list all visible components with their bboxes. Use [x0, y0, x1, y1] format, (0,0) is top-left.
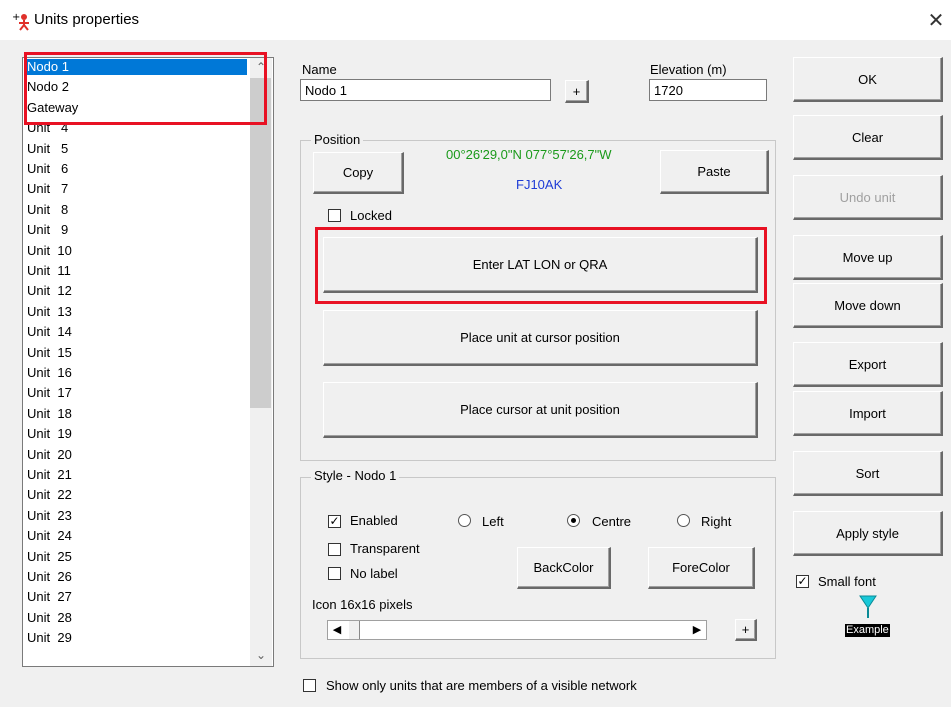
unit-list-item[interactable]: Unit 17 — [25, 385, 247, 401]
style-group-title: Style - Nodo 1 — [311, 468, 400, 483]
unit-list-item[interactable]: Unit 25 — [25, 549, 247, 565]
icon-size-label: Icon 16x16 pixels — [312, 597, 413, 612]
unit-list-item[interactable]: Unit 23 — [25, 508, 247, 524]
undo-unit-button[interactable]: Undo unit — [793, 175, 943, 220]
unit-list-item[interactable]: Unit 12 — [25, 283, 247, 299]
enabled-checkbox[interactable]: ✓ — [328, 515, 341, 528]
unit-list-item[interactable]: Unit 18 — [25, 406, 247, 422]
unit-list-item[interactable]: Unit 14 — [25, 324, 247, 340]
unit-list-item[interactable]: Unit 13 — [25, 304, 247, 320]
ok-button[interactable]: OK — [793, 57, 943, 102]
small-font-label: Small font — [818, 574, 876, 589]
elevation-label: Elevation (m) — [650, 62, 727, 77]
right-radio[interactable] — [677, 514, 690, 527]
unit-list-item[interactable]: Unit 22 — [25, 487, 247, 503]
unit-list-item[interactable]: Unit 27 — [25, 589, 247, 605]
unit-list-item[interactable]: Unit 8 — [25, 202, 247, 218]
forecolor-button[interactable]: ForeColor — [648, 547, 755, 589]
coordinates-text: 00°26'29,0"N 077°57'26,7"W — [446, 147, 612, 162]
backcolor-button[interactable]: BackColor — [517, 547, 611, 589]
right-label: Right — [701, 514, 732, 529]
scroll-right-icon[interactable]: ▶ — [688, 621, 706, 639]
scroll-left-icon[interactable]: ◀ — [328, 621, 346, 639]
unit-list-item[interactable]: Unit 10 — [25, 243, 247, 259]
unit-list-item[interactable]: Unit 26 — [25, 569, 247, 585]
left-label: Left — [482, 514, 504, 529]
title-bar — [0, 0, 951, 40]
show-only-checkbox[interactable] — [303, 679, 316, 692]
unit-list-item[interactable]: Unit 11 — [25, 263, 247, 279]
window-title: Units properties — [34, 11, 140, 28]
transparent-checkbox[interactable] — [328, 543, 341, 556]
transparent-label: Transparent — [350, 541, 420, 556]
left-radio[interactable] — [458, 514, 471, 527]
unit-list-item[interactable]: Unit 5 — [25, 141, 247, 157]
centre-label: Centre — [592, 514, 632, 529]
move-down-button[interactable]: Move down — [793, 283, 943, 328]
unit-list-item[interactable]: Unit 7 — [25, 181, 247, 197]
close-icon[interactable]: ✕ — [926, 8, 946, 33]
slider-thumb[interactable] — [348, 621, 360, 639]
copy-button[interactable]: Copy — [313, 152, 404, 194]
name-label: Name — [302, 62, 337, 77]
unit-list-item[interactable]: Unit 24 — [25, 528, 247, 544]
icon-size-slider[interactable] — [327, 620, 707, 640]
elevation-input[interactable] — [649, 79, 767, 101]
name-input[interactable] — [300, 79, 551, 101]
apply-style-button[interactable]: Apply style — [793, 511, 943, 556]
unit-list-item[interactable]: Unit 19 — [25, 426, 247, 442]
place-unit-button[interactable]: Place unit at cursor position — [323, 310, 758, 366]
position-group-title: Position — [311, 132, 364, 147]
centre-radio[interactable] — [567, 514, 580, 527]
unit-list-item[interactable]: Unit 15 — [25, 345, 247, 361]
highlight-box-enter — [315, 227, 767, 304]
scroll-down-icon[interactable]: ⌄ — [250, 646, 272, 664]
move-up-button[interactable]: Move up — [793, 235, 943, 280]
show-only-label: Show only units that are members of a vi… — [326, 678, 637, 693]
unit-list-item[interactable]: Unit 21 — [25, 467, 247, 483]
enabled-label: Enabled — [350, 513, 398, 528]
export-button[interactable]: Export — [793, 342, 943, 387]
name-plus-button[interactable]: + — [565, 80, 589, 103]
no-label-label: No label — [350, 566, 398, 581]
list-scroll-thumb[interactable] — [250, 78, 271, 408]
unit-list-item[interactable]: Unit 20 — [25, 447, 247, 463]
icon-plus-button[interactable]: + — [735, 619, 757, 641]
unit-list-item[interactable]: Unit 6 — [25, 161, 247, 177]
unit-marker-icon — [858, 594, 878, 623]
locked-checkbox[interactable] — [328, 209, 341, 222]
units-app-icon: + — [12, 11, 32, 31]
paste-button[interactable]: Paste — [660, 150, 769, 194]
locator-text: FJ10AK — [516, 177, 563, 192]
place-cursor-button[interactable]: Place cursor at unit position — [323, 382, 758, 438]
clear-button[interactable]: Clear — [793, 115, 943, 160]
unit-list-item[interactable]: Unit 28 — [25, 610, 247, 626]
unit-list-item[interactable]: Unit 29 — [25, 630, 247, 646]
unit-listbox[interactable]: Nodo 1 Nodo 2 Gateway Unit 4 Unit 5 Unit 6 Uni… — [22, 57, 274, 667]
small-font-checkbox[interactable]: ✓ — [796, 575, 809, 588]
sort-button[interactable]: Sort — [793, 451, 943, 496]
example-label: Example — [845, 624, 890, 637]
no-label-checkbox[interactable] — [328, 567, 341, 580]
unit-list-item[interactable]: Unit 16 — [25, 365, 247, 381]
svg-text:+: + — [12, 12, 20, 23]
unit-list-item[interactable]: Unit 9 — [25, 222, 247, 238]
locked-label: Locked — [350, 208, 392, 223]
import-button[interactable]: Import — [793, 391, 943, 436]
highlight-box-list — [24, 52, 267, 125]
